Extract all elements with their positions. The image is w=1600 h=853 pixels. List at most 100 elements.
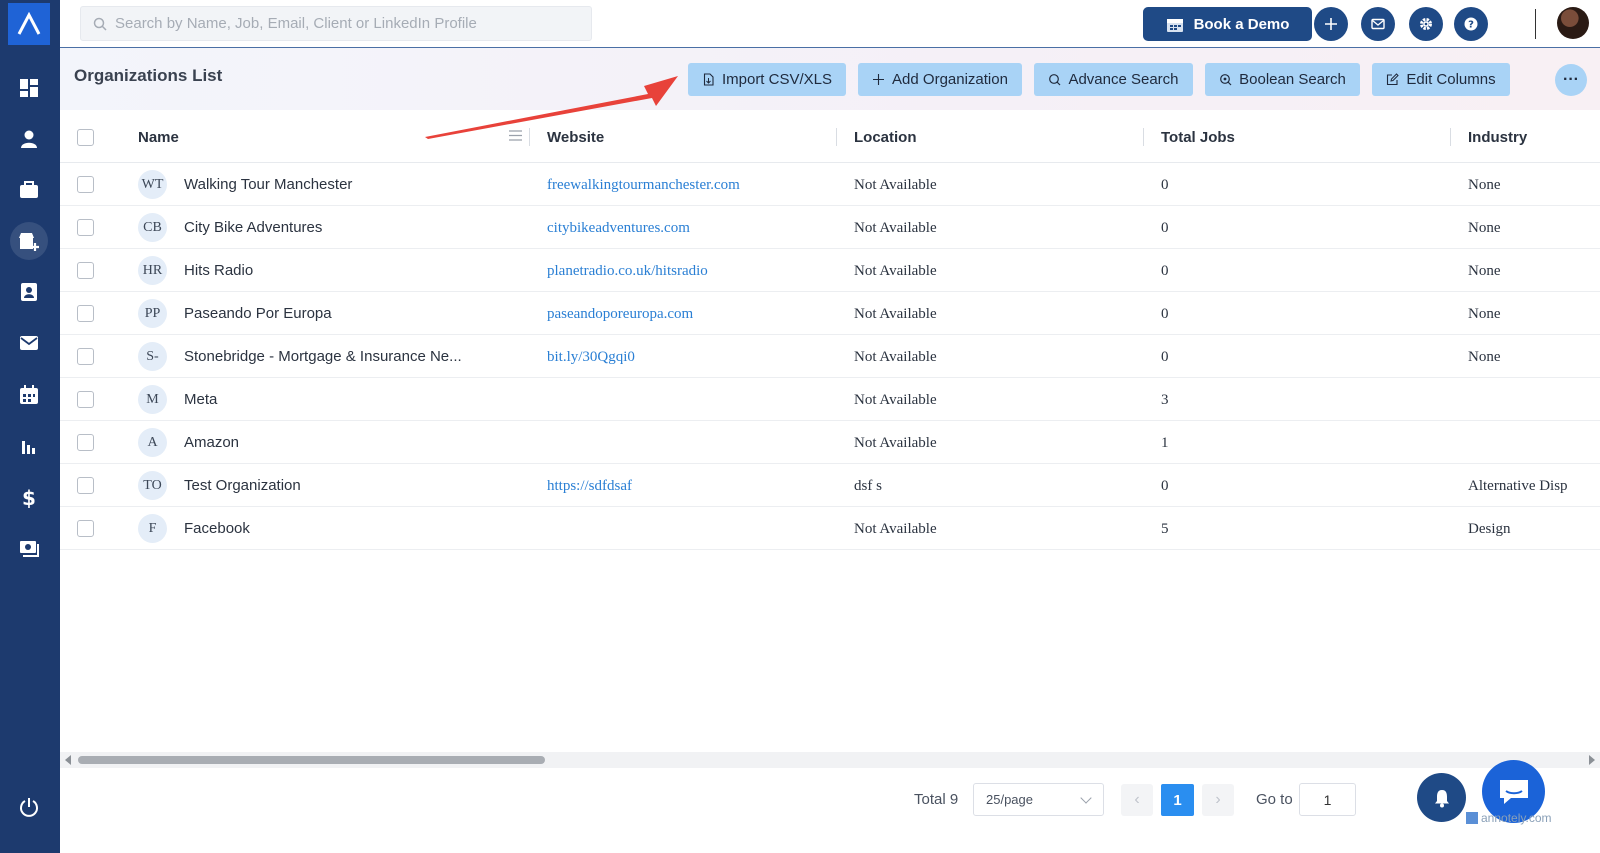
table-row[interactable]: TO Test Organization https://sdfdsaf dsf s 0…: [60, 464, 1600, 507]
org-name[interactable]: Amazon: [184, 434, 239, 451]
org-avatar: S-: [138, 342, 167, 371]
import-csv-button[interactable]: Import CSV/XLS: [688, 63, 846, 96]
location-cell: dsf s: [854, 478, 882, 494]
power-logout-icon[interactable]: [10, 788, 48, 826]
calendar-icon: [1166, 18, 1183, 32]
org-name[interactable]: Meta: [184, 391, 217, 408]
org-name[interactable]: City Bike Adventures: [184, 219, 322, 236]
org-avatar: WT: [138, 170, 167, 199]
app-logo[interactable]: [8, 3, 50, 45]
table-row[interactable]: WT Walking Tour Manchester freewalkingtour…: [60, 163, 1600, 206]
goto-label: Go to: [1256, 791, 1293, 808]
row-checkbox[interactable]: [77, 262, 94, 279]
column-header-location[interactable]: Location: [854, 129, 917, 146]
org-name[interactable]: Facebook: [184, 520, 250, 537]
column-header-name[interactable]: Name: [138, 129, 179, 146]
global-search[interactable]: [80, 6, 592, 41]
select-all-checkbox[interactable]: [77, 129, 94, 146]
svg-text:?: ?: [1468, 20, 1474, 31]
column-divider[interactable]: [1450, 128, 1451, 146]
billing-dollar-icon[interactable]: $: [10, 478, 48, 516]
website-link[interactable]: paseandoporeuropa.com: [547, 306, 693, 323]
contacts-icon[interactable]: [10, 273, 48, 311]
help-button[interactable]: ?: [1454, 7, 1488, 41]
page-number-current[interactable]: 1: [1161, 784, 1194, 816]
more-icon: ···: [1563, 71, 1579, 88]
org-name[interactable]: Walking Tour Manchester: [184, 176, 352, 193]
location-cell: Not Available: [854, 349, 937, 365]
candidates-icon[interactable]: [10, 120, 48, 158]
organizations-icon[interactable]: [10, 222, 48, 260]
org-name[interactable]: Stonebridge - Mortgage & Insurance Ne...: [184, 348, 462, 365]
table-row[interactable]: PP Paseando Por Europa paseandoporeuropa.c…: [60, 292, 1600, 335]
website-link[interactable]: https://sdfdsaf: [547, 478, 632, 495]
table-row[interactable]: A Amazon Not Available 1: [60, 421, 1600, 464]
row-checkbox[interactable]: [77, 520, 94, 537]
column-menu-icon[interactable]: [509, 130, 522, 141]
org-name[interactable]: Test Organization: [184, 477, 301, 494]
payouts-icon[interactable]: [10, 529, 48, 567]
row-checkbox[interactable]: [77, 348, 94, 365]
gear-icon: [1420, 18, 1432, 30]
page-size-select[interactable]: 25/page: [973, 783, 1104, 816]
chevron-right-icon: ›: [1215, 791, 1221, 808]
pagination-total: Total 9: [914, 791, 959, 808]
column-divider[interactable]: [836, 128, 837, 146]
add-organization-button[interactable]: Add Organization: [858, 63, 1022, 96]
column-header-total-jobs[interactable]: Total Jobs: [1161, 129, 1235, 146]
column-header-website[interactable]: Website: [547, 129, 604, 146]
horizontal-scrollbar[interactable]: [60, 752, 1600, 768]
website-link[interactable]: bit.ly/30Qgqi0: [547, 349, 635, 366]
search-icon: [93, 17, 107, 31]
mail-icon: [1371, 18, 1385, 30]
edit-columns-button[interactable]: Edit Columns: [1372, 63, 1510, 96]
scrollbar-thumb[interactable]: [78, 756, 545, 764]
search-input[interactable]: [115, 15, 585, 32]
boolean-search-label: Boolean Search: [1239, 71, 1346, 88]
notifications-button[interactable]: [1417, 773, 1466, 822]
table-row[interactable]: HR Hits Radio planetradio.co.uk/hitsradio N…: [60, 249, 1600, 292]
website-link[interactable]: freewalkingtourmanchester.com: [547, 177, 740, 194]
row-checkbox[interactable]: [77, 434, 94, 451]
industry-cell: None: [1468, 177, 1501, 193]
website-link[interactable]: planetradio.co.uk/hitsradio: [547, 263, 708, 280]
add-button[interactable]: [1314, 7, 1348, 41]
org-name[interactable]: Hits Radio: [184, 262, 253, 279]
row-checkbox[interactable]: [77, 391, 94, 408]
next-page-button[interactable]: ›: [1202, 784, 1234, 816]
column-divider[interactable]: [529, 128, 530, 146]
row-checkbox[interactable]: [77, 176, 94, 193]
table-row[interactable]: M Meta Not Available 3: [60, 378, 1600, 421]
calendar-icon[interactable]: [10, 376, 48, 414]
jobs-briefcase-icon[interactable]: [10, 171, 48, 209]
reports-bar-chart-icon[interactable]: [10, 427, 48, 465]
mail-button[interactable]: [1361, 7, 1395, 41]
prev-page-button[interactable]: ‹: [1121, 784, 1153, 816]
book-demo-button[interactable]: Book a Demo: [1143, 7, 1312, 41]
column-divider[interactable]: [1143, 128, 1144, 146]
row-checkbox[interactable]: [77, 305, 94, 322]
scroll-right-arrow[interactable]: [1589, 755, 1595, 765]
more-options-button[interactable]: ···: [1555, 64, 1587, 96]
org-avatar: M: [138, 385, 167, 414]
row-checkbox[interactable]: [77, 477, 94, 494]
column-header-industry[interactable]: Industry: [1468, 129, 1527, 146]
dashboard-icon[interactable]: [10, 69, 48, 107]
plus-icon: [1325, 18, 1337, 30]
table-row[interactable]: CB City Bike Adventures citybikeadventures…: [60, 206, 1600, 249]
bell-icon: [1434, 789, 1449, 807]
total-jobs-cell: 1: [1161, 435, 1169, 451]
mail-icon[interactable]: [10, 324, 48, 362]
org-name[interactable]: Paseando Por Europa: [184, 305, 332, 322]
boolean-search-button[interactable]: Boolean Search: [1205, 63, 1360, 96]
scroll-left-arrow[interactable]: [65, 755, 71, 765]
user-avatar[interactable]: [1557, 7, 1589, 39]
file-icon: [703, 73, 714, 86]
advance-search-button[interactable]: Advance Search: [1034, 63, 1193, 96]
settings-button[interactable]: [1409, 7, 1443, 41]
table-row[interactable]: S- Stonebridge - Mortgage & Insurance Ne.…: [60, 335, 1600, 378]
goto-page-input[interactable]: [1299, 783, 1356, 816]
website-link[interactable]: citybikeadventures.com: [547, 220, 690, 237]
table-row[interactable]: F Facebook Not Available 5 Design: [60, 507, 1600, 550]
row-checkbox[interactable]: [77, 219, 94, 236]
